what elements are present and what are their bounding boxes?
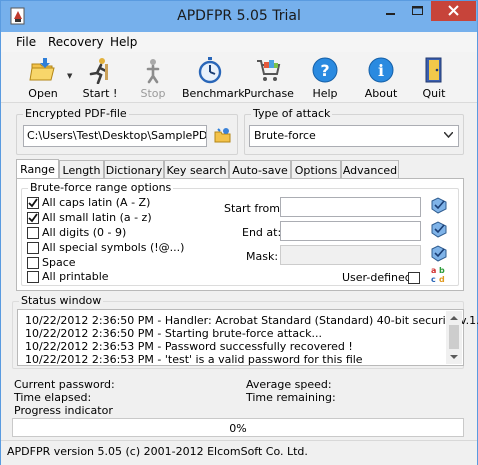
end-at-set-icon[interactable]	[430, 221, 448, 239]
attack-type-group: Type of attack Brute-force	[244, 107, 464, 155]
digits-checkbox[interactable]	[27, 227, 39, 239]
small-latin-checkbox[interactable]	[27, 212, 39, 224]
space-checkbox[interactable]	[27, 257, 39, 269]
user-defined-checkbox[interactable]	[408, 272, 420, 284]
mask-label: Mask:	[246, 250, 279, 263]
encrypted-file-group: Encrypted PDF-file C:\Users\Test\Desktop…	[16, 107, 238, 155]
open-button[interactable]: Open	[21, 56, 65, 100]
browse-folder-icon[interactable]	[214, 126, 232, 144]
status-bar: APDFPR version 5.05 (c) 2001-2012 ElcomS…	[1, 440, 477, 465]
time-elapsed-label: Time elapsed:	[14, 391, 92, 404]
help-icon: ?	[312, 57, 338, 83]
start-from-set-icon[interactable]	[430, 197, 448, 215]
tab-advanced[interactable]: Advanced	[341, 160, 399, 179]
start-from-label: Start from:	[224, 202, 284, 215]
end-at-label: End at:	[242, 226, 282, 239]
progress-text: 0%	[229, 422, 247, 435]
special-symbols-checkbox[interactable]	[27, 242, 39, 254]
minimize-button[interactable]	[377, 1, 404, 21]
start-button[interactable]: Start !	[81, 56, 119, 100]
attack-type-label: Type of attack	[251, 107, 333, 120]
start-from-input[interactable]	[280, 197, 421, 217]
caps-latin-checkbox[interactable]	[27, 197, 39, 209]
progress-bar: 0%	[12, 418, 464, 437]
maximize-button[interactable]	[404, 1, 431, 21]
average-speed-label: Average speed:	[246, 378, 332, 391]
menu-recovery[interactable]: Recovery	[48, 35, 104, 49]
title-bar[interactable]: APDFPR 5.05 Trial	[1, 1, 477, 32]
tab-options[interactable]: Options	[291, 160, 341, 179]
svg-text:a: a	[431, 266, 436, 275]
version-text: APDFPR version 5.05 (c) 2001-2012 ElcomS…	[7, 445, 308, 458]
svg-text:b: b	[439, 266, 445, 275]
log-line: 10/22/2012 2:36:53 PM - Password success…	[25, 340, 353, 353]
mask-input[interactable]	[280, 245, 421, 265]
log-line: 10/22/2012 2:36:50 PM - Starting brute-f…	[25, 327, 322, 340]
attack-type-select[interactable]: Brute-force	[249, 125, 459, 147]
tab-length[interactable]: Length	[59, 160, 104, 179]
purchase-button[interactable]: Purchase	[244, 56, 294, 100]
open-dropdown-arrow[interactable]: ▼	[67, 72, 72, 80]
help-button[interactable]: ? Help	[310, 56, 340, 100]
stop-icon	[146, 59, 160, 84]
menu-help[interactable]: Help	[110, 35, 137, 49]
tab-dictionary[interactable]: Dictionary	[104, 160, 164, 179]
menu-bar: File Recovery Help	[1, 32, 477, 52]
stop-button[interactable]: Stop	[137, 56, 169, 100]
end-at-input[interactable]	[280, 221, 421, 241]
time-remaining-label: Time remaining:	[246, 391, 336, 404]
close-icon	[448, 5, 459, 16]
svg-text:?: ?	[320, 61, 329, 80]
status-window-title: Status window	[19, 294, 104, 307]
status-scrollbar[interactable]	[446, 311, 462, 364]
toolbar: Open ▼ Start ! Stop Benchmark Purchase ?…	[1, 52, 477, 103]
log-line: 10/22/2012 2:36:53 PM - 'test' is a vali…	[25, 353, 363, 366]
svg-text:d: d	[439, 275, 445, 284]
svg-text:i: i	[378, 61, 384, 80]
user-defined-label: User-defined	[342, 271, 412, 284]
info-icon: i	[368, 57, 394, 83]
chevron-down-icon	[444, 132, 453, 138]
status-log[interactable]: 10/22/2012 2:36:50 PM - Handler: Acrobat…	[17, 309, 478, 366]
about-button[interactable]: i About	[363, 56, 399, 100]
minimize-icon	[386, 13, 395, 15]
check-icon	[28, 198, 38, 208]
check-icon	[28, 213, 38, 223]
exit-door-icon	[425, 57, 442, 83]
tab-range[interactable]: Range	[16, 159, 59, 179]
quit-button[interactable]: Quit	[420, 56, 448, 100]
svg-text:c: c	[431, 275, 436, 284]
encrypted-file-input[interactable]: C:\Users\Test\Desktop\SamplePDF1	[23, 125, 207, 147]
all-printable-checkbox[interactable]	[27, 271, 39, 283]
charset-edit-icon[interactable]: a b c d	[430, 265, 448, 285]
menu-file[interactable]: File	[16, 35, 36, 49]
brute-force-range-title: Brute-force range options	[28, 181, 174, 194]
cart-icon	[257, 60, 281, 81]
start-runner-icon	[89, 58, 108, 84]
maximize-icon	[412, 6, 423, 15]
app-window: APDFPR 5.05 Trial File Recovery Help Ope…	[0, 0, 478, 465]
range-tab-panel: Brute-force range options All caps latin…	[16, 178, 464, 291]
mask-set-icon[interactable]	[430, 245, 448, 263]
tab-auto-save[interactable]: Auto-save	[229, 160, 291, 179]
close-button[interactable]	[431, 1, 476, 21]
log-line: 10/22/2012 2:36:50 PM - Handler: Acrobat…	[25, 314, 478, 327]
stopwatch-icon	[198, 57, 222, 84]
folder-open-icon	[29, 58, 55, 81]
benchmark-button[interactable]: Benchmark	[182, 56, 245, 100]
current-password-label: Current password:	[14, 378, 115, 391]
encrypted-file-label: Encrypted PDF-file	[23, 107, 129, 120]
progress-indicator-label: Progress indicator	[14, 404, 113, 417]
scrollbar-arrows-icon	[449, 316, 459, 359]
tab-key-search[interactable]: Key search	[164, 160, 229, 179]
